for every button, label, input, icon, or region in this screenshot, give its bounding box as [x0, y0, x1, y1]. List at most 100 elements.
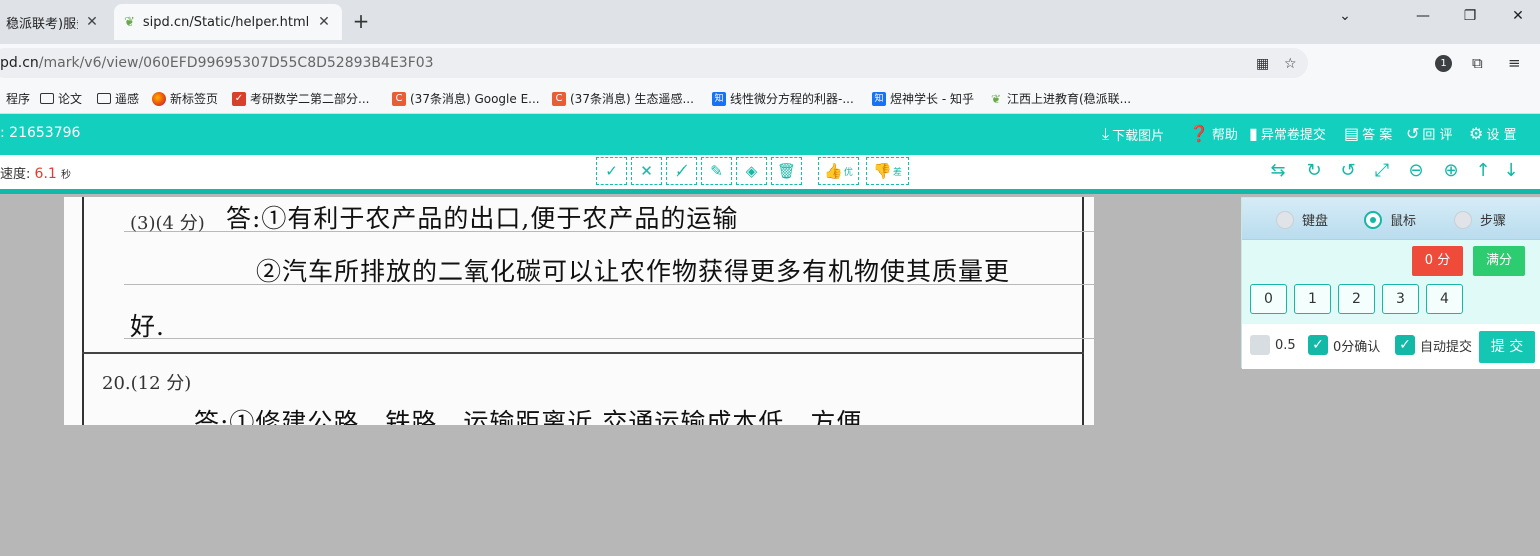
bookmark-item[interactable]: ❦ 江西上进教育(稳派联...	[989, 90, 1131, 107]
answer-sheet-image[interactable]: (3)(4 分) 答:①有利于农产品的出口,便于农产品的运输 ②汽车所排放的二氧…	[64, 197, 1094, 425]
bookmark-item[interactable]: 遥感	[97, 90, 139, 107]
score-button-4[interactable]: 4	[1426, 284, 1463, 314]
help-button[interactable]: ❓ 帮助	[1189, 124, 1238, 143]
app-header: : 21653796 ⤓ 下载图片 ❓ 帮助 ▮ 异常卷提交 ▤ 答 案 ↺ 回 评 ⚙ 设…	[0, 114, 1540, 155]
folder-icon	[40, 93, 54, 104]
bookmark-item[interactable]: C (37条消息) Google E...	[392, 90, 540, 107]
abnormal-submit-button[interactable]: ▮ 异常卷提交	[1249, 124, 1326, 143]
rotate-swap-icon[interactable]: ⇆	[1267, 160, 1289, 181]
scoring-panel: 键盘 鼠标 步骤 0 分 满分 0 1 2 3 4 0.5 ✓ 0分确认 ✓ 自动提…	[1241, 197, 1540, 369]
good-label: 优	[843, 167, 853, 178]
extensions-icon[interactable]: ⧉	[1472, 54, 1483, 72]
checkbox-checked-icon: ✓	[1308, 335, 1328, 355]
eraser-icon: ◈	[745, 162, 758, 180]
score-button-1[interactable]: 1	[1294, 284, 1331, 314]
bookmark-item[interactable]: ✓ 考研数学二第二部分...	[232, 90, 369, 107]
bookmark-item[interactable]: 程序	[6, 90, 30, 107]
bookmark-label: 考研数学二第二部分...	[250, 92, 370, 106]
arrow-up-icon[interactable]: ↑	[1472, 160, 1494, 181]
tab-title: 稳派联考)服务云	[6, 16, 78, 32]
browser-tab-helper[interactable]: ❦ sipd.cn/Static/helper.html ✕	[114, 4, 342, 40]
input-mode-selector: 键盘 鼠标 步骤	[1242, 198, 1540, 240]
bookmark-item[interactable]: C (37条消息) 生态遥感...	[552, 90, 694, 107]
restore-icon[interactable]: ❐	[1458, 8, 1482, 24]
half-point-checkbox[interactable]: 0.5	[1250, 335, 1296, 355]
zoom-out-icon[interactable]: ⊖	[1405, 160, 1427, 181]
half-check-tool[interactable]: ✓̸	[666, 157, 697, 185]
action-label: 下载图片	[1112, 128, 1165, 144]
cross-mark-tool[interactable]: ✕	[631, 157, 662, 185]
download-image-button[interactable]: ⤓ 下载图片	[1102, 124, 1164, 144]
bookmark-item[interactable]: 知 线性微分方程的利器-...	[712, 90, 854, 107]
option-label: 0分确认	[1333, 339, 1381, 355]
toolbar-divider	[0, 189, 1540, 194]
rotate-left-icon[interactable]: ↺	[1337, 160, 1359, 181]
bookmark-item[interactable]: 新标签页	[152, 90, 218, 107]
bookmark-label: 线性微分方程的利器-...	[730, 92, 854, 106]
pen-tool[interactable]: ✎	[701, 157, 732, 185]
radio-icon	[1454, 210, 1472, 229]
rule-line	[124, 338, 1094, 339]
bookmark-flag-icon: ▮	[1249, 124, 1258, 143]
zero-score-button[interactable]: 0 分	[1412, 246, 1463, 276]
menu-icon[interactable]: ≡	[1508, 54, 1521, 72]
full-score-button[interactable]: 满分	[1473, 246, 1525, 276]
submit-button[interactable]: 提 交	[1479, 331, 1535, 363]
chevron-down-icon[interactable]: ⌄	[1333, 8, 1357, 24]
auto-submit-checkbox[interactable]: ✓ 自动提交	[1395, 335, 1472, 355]
mark-toolbar: 速度: 6.1 秒 ✓ ✕ ✓̸ ✎ ◈ 🗑 👍 优 👎 差 ⇆ ↻ ↺ ⤢ ⊖ ⊕…	[0, 155, 1540, 189]
speed-unit: 秒	[60, 170, 71, 181]
qr-icon[interactable]: ▦	[1256, 56, 1269, 72]
mode-label: 步骤	[1480, 214, 1507, 229]
bad-label: 差	[892, 167, 902, 178]
close-icon[interactable]: ✕	[316, 14, 332, 30]
bookmarks-bar: 程序 论文 遥感 新标签页 ✓ 考研数学二第二部分... C (37条消息) G…	[0, 82, 1540, 114]
bookmark-item[interactable]: 知 煜神学长 - 知乎	[872, 90, 974, 107]
checkbox-icon	[1250, 335, 1270, 355]
action-label: 答 案	[1362, 128, 1393, 143]
action-label: 设 置	[1486, 128, 1517, 143]
star-icon[interactable]: ☆	[1284, 56, 1297, 72]
eraser-tool[interactable]: ◈	[736, 157, 767, 185]
minimize-icon[interactable]: —	[1411, 8, 1435, 24]
folder-icon	[97, 93, 111, 104]
bookmark-item[interactable]: 论文	[40, 90, 82, 107]
fullscreen-icon[interactable]: ⤢	[1371, 160, 1393, 181]
browser-tab-marking[interactable]: 稳派联考)服务云 ✕	[0, 4, 110, 40]
delete-tool[interactable]: 🗑	[771, 157, 802, 185]
mode-mouse[interactable]: 鼠标	[1364, 210, 1416, 229]
score-button-3[interactable]: 3	[1382, 284, 1419, 314]
answer-button[interactable]: ▤ 答 案	[1344, 124, 1392, 143]
thumbs-down-icon: 👎	[873, 162, 892, 180]
section-divider	[82, 352, 1084, 354]
mode-steps[interactable]: 步骤	[1454, 210, 1506, 229]
settings-button[interactable]: ⚙ 设 置	[1469, 124, 1516, 143]
option-label: 0.5	[1275, 337, 1296, 353]
bookmark-label: 新标签页	[170, 92, 219, 106]
zero-confirm-checkbox[interactable]: ✓ 0分确认	[1308, 335, 1380, 355]
plus-icon[interactable]: +	[350, 10, 372, 32]
zoom-in-icon[interactable]: ⊕	[1440, 160, 1462, 181]
pen-icon: ✎	[710, 162, 723, 180]
radio-selected-icon	[1364, 210, 1382, 229]
score-button-0[interactable]: 0	[1250, 284, 1287, 314]
speed-display: 速度: 6.1 秒	[0, 163, 71, 182]
zhihu-icon: 知	[712, 91, 726, 106]
undo-icon: ↺	[1406, 124, 1420, 143]
bookmark-label: 论文	[58, 92, 83, 106]
extension-badge[interactable]: 1	[1435, 55, 1452, 72]
mode-keyboard[interactable]: 键盘	[1276, 210, 1328, 229]
review-button[interactable]: ↺ 回 评	[1406, 124, 1453, 143]
bad-tool[interactable]: 👎 差	[866, 157, 909, 185]
rotate-right-icon[interactable]: ↻	[1303, 160, 1325, 181]
close-icon[interactable]: ✕	[84, 14, 100, 30]
close-window-icon[interactable]: ✕	[1506, 8, 1530, 24]
gear-icon: ⚙	[1469, 124, 1484, 143]
leaf-icon: ❦	[124, 14, 135, 30]
arrow-down-icon[interactable]: ↓	[1500, 160, 1522, 181]
url-input[interactable]: pd.cn/mark/v6/view/060EFD99695307D55C8D5…	[0, 48, 1308, 78]
score-button-2[interactable]: 2	[1338, 284, 1375, 314]
check-mark-tool[interactable]: ✓	[596, 157, 627, 185]
csdn-icon: C	[392, 91, 406, 106]
good-tool[interactable]: 👍 优	[818, 157, 859, 185]
